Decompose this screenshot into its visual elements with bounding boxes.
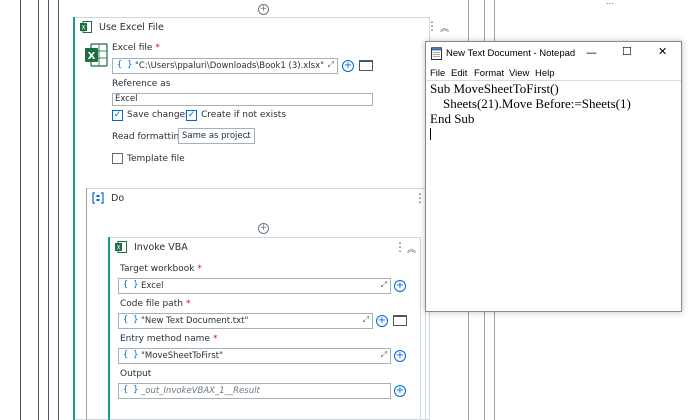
notepad-icon bbox=[431, 47, 442, 60]
add-variable-button[interactable]: + bbox=[376, 315, 388, 327]
read-formatting-label: Read formatting bbox=[112, 132, 185, 142]
code-file-path-value: "New Text Document.txt" bbox=[141, 316, 249, 326]
more-options-icon[interactable]: ⋮ bbox=[414, 191, 426, 205]
minimize-button[interactable]: — bbox=[586, 46, 597, 59]
entry-method-name-label: Entry method name * bbox=[120, 334, 218, 344]
collapse-icon[interactable]: ︽ bbox=[407, 242, 416, 255]
output-value: _out_InvokeVBAX_1__Result bbox=[141, 386, 260, 396]
do-block-title: Do bbox=[111, 193, 125, 204]
excel-file-value: "C:\Users\ppaluri\Downloads\Book1 (3).xl… bbox=[135, 61, 325, 71]
browse-folder-icon[interactable] bbox=[359, 60, 373, 71]
close-button[interactable]: ✕ bbox=[658, 45, 667, 58]
notepad-title: New Text Document - Notepad bbox=[446, 48, 576, 59]
menu-help[interactable]: Help bbox=[535, 68, 555, 79]
entry-method-name-value: "MoveSheetToFirst" bbox=[141, 351, 224, 361]
expand-editor-icon[interactable]: ⤢ bbox=[381, 280, 387, 290]
entry-method-name-input[interactable]: { } "MoveSheetToFirst" ⤢ bbox=[118, 348, 391, 364]
code-line-3: End Sub bbox=[430, 111, 475, 126]
code-file-path-label: Code file path * bbox=[120, 299, 191, 309]
target-workbook-input[interactable]: { } Excel ⤢ bbox=[118, 278, 391, 294]
excel-icon: X bbox=[115, 241, 127, 253]
text-cursor bbox=[430, 128, 431, 140]
excel-icon: X bbox=[80, 21, 92, 33]
notepad-window[interactable]: New Text Document - Notepad — ☐ ✕ File E… bbox=[425, 41, 682, 312]
menu-file[interactable]: File bbox=[430, 68, 445, 79]
expression-icon: { } bbox=[123, 280, 139, 290]
read-formatting-value: Same as project bbox=[182, 131, 251, 141]
chevron-down-icon: ⌄ bbox=[244, 131, 251, 140]
sequence-icon bbox=[92, 192, 104, 204]
expression-icon: { } bbox=[117, 60, 133, 70]
menu-format[interactable]: Format bbox=[474, 68, 504, 79]
more-options-icon[interactable]: ⋮ bbox=[394, 240, 406, 254]
add-variable-button[interactable]: + bbox=[342, 60, 354, 72]
target-workbook-value: Excel bbox=[141, 281, 164, 291]
expand-editor-icon[interactable]: ⤢ bbox=[328, 60, 334, 70]
partial-header-text: ... bbox=[606, 0, 614, 6]
code-file-path-input[interactable]: { } "New Text Document.txt" ⤢ bbox=[118, 313, 373, 329]
add-variable-button[interactable]: + bbox=[394, 350, 406, 362]
browse-folder-icon[interactable] bbox=[393, 315, 407, 326]
add-variable-button[interactable]: + bbox=[394, 385, 406, 397]
expression-icon: { } bbox=[123, 315, 139, 325]
do-block-border bbox=[86, 188, 87, 420]
menu-edit[interactable]: Edit bbox=[451, 68, 467, 79]
reference-as-label: Reference as bbox=[112, 79, 171, 89]
collapse-icon[interactable]: ︽ bbox=[440, 21, 449, 34]
designer-guide-line bbox=[48, 0, 49, 420]
output-label: Output bbox=[120, 369, 152, 379]
designer-guide-line bbox=[38, 0, 39, 420]
invoke-vba-title: Invoke VBA bbox=[134, 242, 188, 253]
expand-editor-icon[interactable]: ⤢ bbox=[381, 350, 387, 360]
svg-text:X: X bbox=[116, 245, 120, 252]
create-if-not-exists-label: Create if not exists bbox=[201, 110, 287, 120]
template-file-checkbox[interactable] bbox=[112, 153, 123, 164]
expand-editor-icon[interactable]: ⤢ bbox=[363, 315, 369, 325]
output-input[interactable]: { } _out_InvokeVBAX_1__Result bbox=[118, 383, 391, 399]
expression-icon: { } bbox=[123, 350, 139, 360]
designer-guide-line bbox=[58, 0, 59, 420]
svg-text:X: X bbox=[81, 25, 85, 32]
notepad-text-area[interactable]: Sub MoveSheetToFirst() Sheets(21).Move B… bbox=[426, 81, 681, 311]
use-excel-file-title: Use Excel File bbox=[99, 22, 164, 33]
add-activity-icon[interactable]: + bbox=[258, 4, 269, 15]
card-accent-bar bbox=[73, 17, 75, 420]
menu-view[interactable]: View bbox=[509, 68, 529, 79]
create-if-not-exists-checkbox[interactable]: ✓ bbox=[186, 110, 197, 121]
code-line-2: Sheets(21).Move Before:=Sheets(1) bbox=[430, 96, 631, 111]
maximize-icon[interactable]: ☐ bbox=[622, 45, 632, 58]
add-activity-icon[interactable]: + bbox=[258, 223, 269, 234]
code-line-1: Sub MoveSheetToFirst() bbox=[430, 81, 559, 96]
card-accent-bar bbox=[108, 237, 110, 420]
save-changes-label: Save changes bbox=[127, 110, 190, 120]
save-changes-checkbox[interactable]: ✓ bbox=[112, 110, 123, 121]
template-file-label: Template file bbox=[127, 154, 185, 164]
designer-guide-line bbox=[20, 0, 21, 420]
target-workbook-label: Target workbook * bbox=[120, 264, 202, 274]
add-variable-button[interactable]: + bbox=[394, 280, 406, 292]
reference-as-value: Excel bbox=[115, 94, 138, 104]
excel-large-icon: X bbox=[85, 43, 108, 67]
svg-text:X: X bbox=[88, 51, 96, 62]
expression-icon: { } bbox=[123, 385, 139, 395]
excel-file-label: Excel file * bbox=[112, 43, 160, 53]
more-options-icon[interactable]: ⋮ bbox=[426, 19, 438, 33]
reference-as-input[interactable]: Excel bbox=[112, 93, 373, 106]
excel-file-input[interactable]: { } "C:\Users\ppaluri\Downloads\Book1 (3… bbox=[112, 58, 338, 74]
read-formatting-select[interactable]: Same as project ⌄ bbox=[178, 128, 255, 144]
